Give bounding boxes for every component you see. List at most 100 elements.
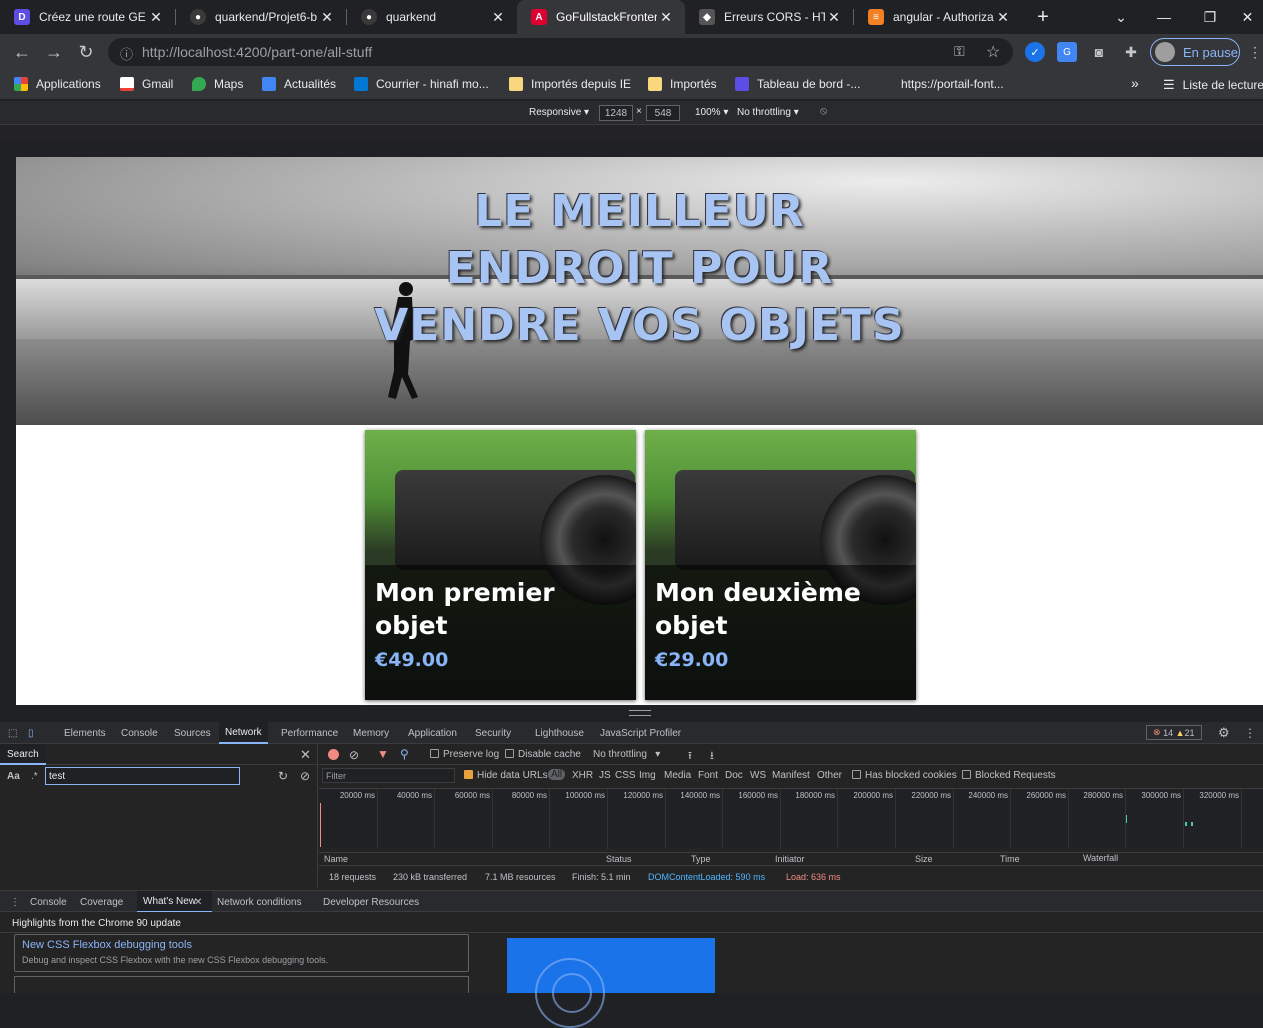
tab-security[interactable]: Security: [469, 722, 517, 744]
back-icon[interactable]: ←: [10, 40, 34, 64]
preserve-log-checkbox[interactable]: Preserve log: [430, 749, 499, 760]
clear-log-icon[interactable]: ⊘: [349, 748, 359, 762]
product-card[interactable]: Mon deuxième objet €29.00: [645, 430, 916, 700]
viewport-resize-handle[interactable]: [629, 710, 651, 716]
extensions-puzzle-icon[interactable]: ✚: [1121, 42, 1141, 62]
tab-lighthouse[interactable]: Lighthouse: [529, 722, 590, 744]
search-tab[interactable]: Search: [0, 744, 46, 765]
bookmark-gmail[interactable]: Gmail: [120, 77, 173, 91]
reload-icon[interactable]: ↻: [74, 40, 98, 64]
whats-new-card[interactable]: [14, 976, 469, 993]
match-case-toggle[interactable]: Aa: [7, 771, 20, 782]
tab-performance[interactable]: Performance: [275, 722, 344, 744]
type-other[interactable]: Other: [817, 770, 842, 781]
issues-counter[interactable]: ⊗ 14 ▲ 21: [1146, 725, 1202, 740]
throttling-dropdown[interactable]: No throttling ▾: [593, 749, 660, 760]
bookmark-star-icon[interactable]: ☆: [986, 42, 1000, 62]
tab-search-icon[interactable]: ⌄: [1098, 0, 1144, 34]
browser-tab[interactable]: ● quarkend ✕: [347, 0, 517, 34]
clear-search-icon[interactable]: ⊘: [300, 769, 310, 783]
new-tab-button[interactable]: +: [1020, 0, 1066, 34]
type-css[interactable]: CSS: [615, 770, 636, 781]
type-all[interactable]: All: [548, 769, 566, 780]
restore-icon[interactable]: ❐: [1187, 0, 1233, 34]
filter-icon[interactable]: ▼: [377, 747, 389, 761]
browser-tab[interactable]: ● quarkend/Projet6-b ✕: [176, 0, 346, 34]
browser-tab[interactable]: ◆ Erreurs CORS - HTT ✕: [685, 0, 853, 34]
forward-icon[interactable]: →: [42, 40, 66, 64]
width-input[interactable]: 1248: [599, 105, 633, 121]
more-bookmarks-icon[interactable]: »: [1131, 75, 1139, 91]
bookmark-maps[interactable]: Maps: [192, 77, 243, 91]
col-type[interactable]: Type: [691, 854, 711, 864]
card-link[interactable]: New CSS Flexbox debugging tools: [22, 939, 192, 951]
check-extension-icon[interactable]: ✓: [1025, 42, 1045, 62]
whats-new-card[interactable]: New CSS Flexbox debugging tools Debug an…: [14, 934, 469, 972]
bookmark-actualites[interactable]: Actualités: [262, 77, 336, 91]
col-initiator[interactable]: Initiator: [775, 854, 805, 864]
tab-application[interactable]: Application: [402, 722, 463, 744]
key-icon[interactable]: ⚿: [954, 43, 965, 60]
search-input[interactable]: [45, 767, 240, 785]
type-js[interactable]: JS: [599, 770, 611, 781]
type-img[interactable]: Img: [639, 770, 656, 781]
network-timeline[interactable]: 20000 ms 40000 ms 60000 ms 80000 ms 100000 m…: [319, 788, 1263, 849]
tab-sources[interactable]: Sources: [168, 722, 217, 744]
import-har-icon[interactable]: ⭱: [688, 747, 692, 766]
bookmark-folder-ie[interactable]: Importés depuis IE: [509, 77, 631, 91]
col-waterfall[interactable]: Waterfall: [1083, 853, 1118, 863]
profile-button[interactable]: En pause: [1150, 38, 1240, 66]
type-media[interactable]: Media: [664, 770, 691, 781]
bookmark-applications[interactable]: Applications: [14, 77, 101, 91]
product-card[interactable]: Mon premier objet €49.00: [365, 430, 636, 700]
type-manifest[interactable]: Manifest: [772, 770, 810, 781]
export-har-icon[interactable]: ⭳: [710, 747, 714, 766]
tab-js-profiler[interactable]: JavaScript Profiler: [594, 722, 687, 744]
height-input[interactable]: 548: [646, 105, 680, 121]
bookmark-portail[interactable]: https://portail-font...: [901, 77, 1004, 91]
drawer-tab-coverage[interactable]: Coverage: [74, 891, 129, 913]
address-bar[interactable]: ⓘ http://localhost:4200/part-one/all-stu…: [108, 38, 1013, 66]
bookmark-tableau[interactable]: Tableau de bord -...: [735, 77, 860, 91]
col-size[interactable]: Size: [915, 854, 933, 864]
settings-gear-icon[interactable]: ⚙: [1212, 722, 1236, 744]
disable-cache-checkbox[interactable]: Disable cache: [505, 749, 581, 760]
translate-icon[interactable]: G: [1057, 42, 1077, 62]
drawer-menu-icon[interactable]: ⋮: [4, 891, 26, 913]
close-tab-icon[interactable]: ✕: [147, 9, 165, 26]
drawer-tab-network-conditions[interactable]: Network conditions: [211, 891, 307, 913]
col-status[interactable]: Status: [606, 854, 632, 864]
throttle-dropdown[interactable]: No throttling ▾: [737, 107, 799, 118]
browser-tab[interactable]: D Créez une route GE ✕: [0, 0, 175, 34]
close-tab-icon[interactable]: ✕: [994, 9, 1012, 26]
tab-console[interactable]: Console: [115, 722, 164, 744]
close-window-icon[interactable]: ✕: [1232, 0, 1263, 34]
col-name[interactable]: Name: [324, 854, 348, 864]
tab-memory[interactable]: Memory: [347, 722, 395, 744]
menu-kebab-icon[interactable]: ⋮: [1245, 42, 1263, 62]
blocked-requests-checkbox[interactable]: Blocked Requests: [962, 770, 1056, 781]
refresh-search-icon[interactable]: ↻: [278, 769, 288, 783]
type-ws[interactable]: WS: [750, 770, 766, 781]
device-toggle-icon[interactable]: ▯: [22, 722, 40, 744]
type-font[interactable]: Font: [698, 770, 718, 781]
type-doc[interactable]: Doc: [725, 770, 743, 781]
bookmark-folder-importes[interactable]: Importés: [648, 77, 717, 91]
tab-elements[interactable]: Elements: [58, 722, 112, 744]
minimize-icon[interactable]: —: [1141, 0, 1187, 34]
devtools-menu-icon[interactable]: ⋮: [1238, 722, 1262, 744]
close-drawer-tab-icon[interactable]: ✕: [194, 891, 202, 913]
type-xhr[interactable]: XHR: [572, 770, 593, 781]
inspect-element-icon[interactable]: ⬚: [2, 722, 23, 744]
record-icon[interactable]: [328, 749, 339, 760]
close-tab-icon[interactable]: ✕: [657, 9, 675, 26]
hide-data-urls-checkbox[interactable]: Hide data URLs: [464, 770, 548, 781]
filter-input[interactable]: Filter: [322, 768, 455, 783]
drawer-tab-console[interactable]: Console: [24, 891, 73, 913]
rotate-icon[interactable]: ⦸: [820, 105, 827, 118]
zoom-dropdown[interactable]: 100% ▾: [695, 107, 728, 118]
responsive-dropdown[interactable]: Responsive ▾: [529, 107, 589, 118]
drawer-tab-developer-resources[interactable]: Developer Resources: [317, 891, 425, 913]
tab-network[interactable]: Network: [219, 722, 268, 744]
search-icon[interactable]: ⚲: [400, 747, 409, 761]
